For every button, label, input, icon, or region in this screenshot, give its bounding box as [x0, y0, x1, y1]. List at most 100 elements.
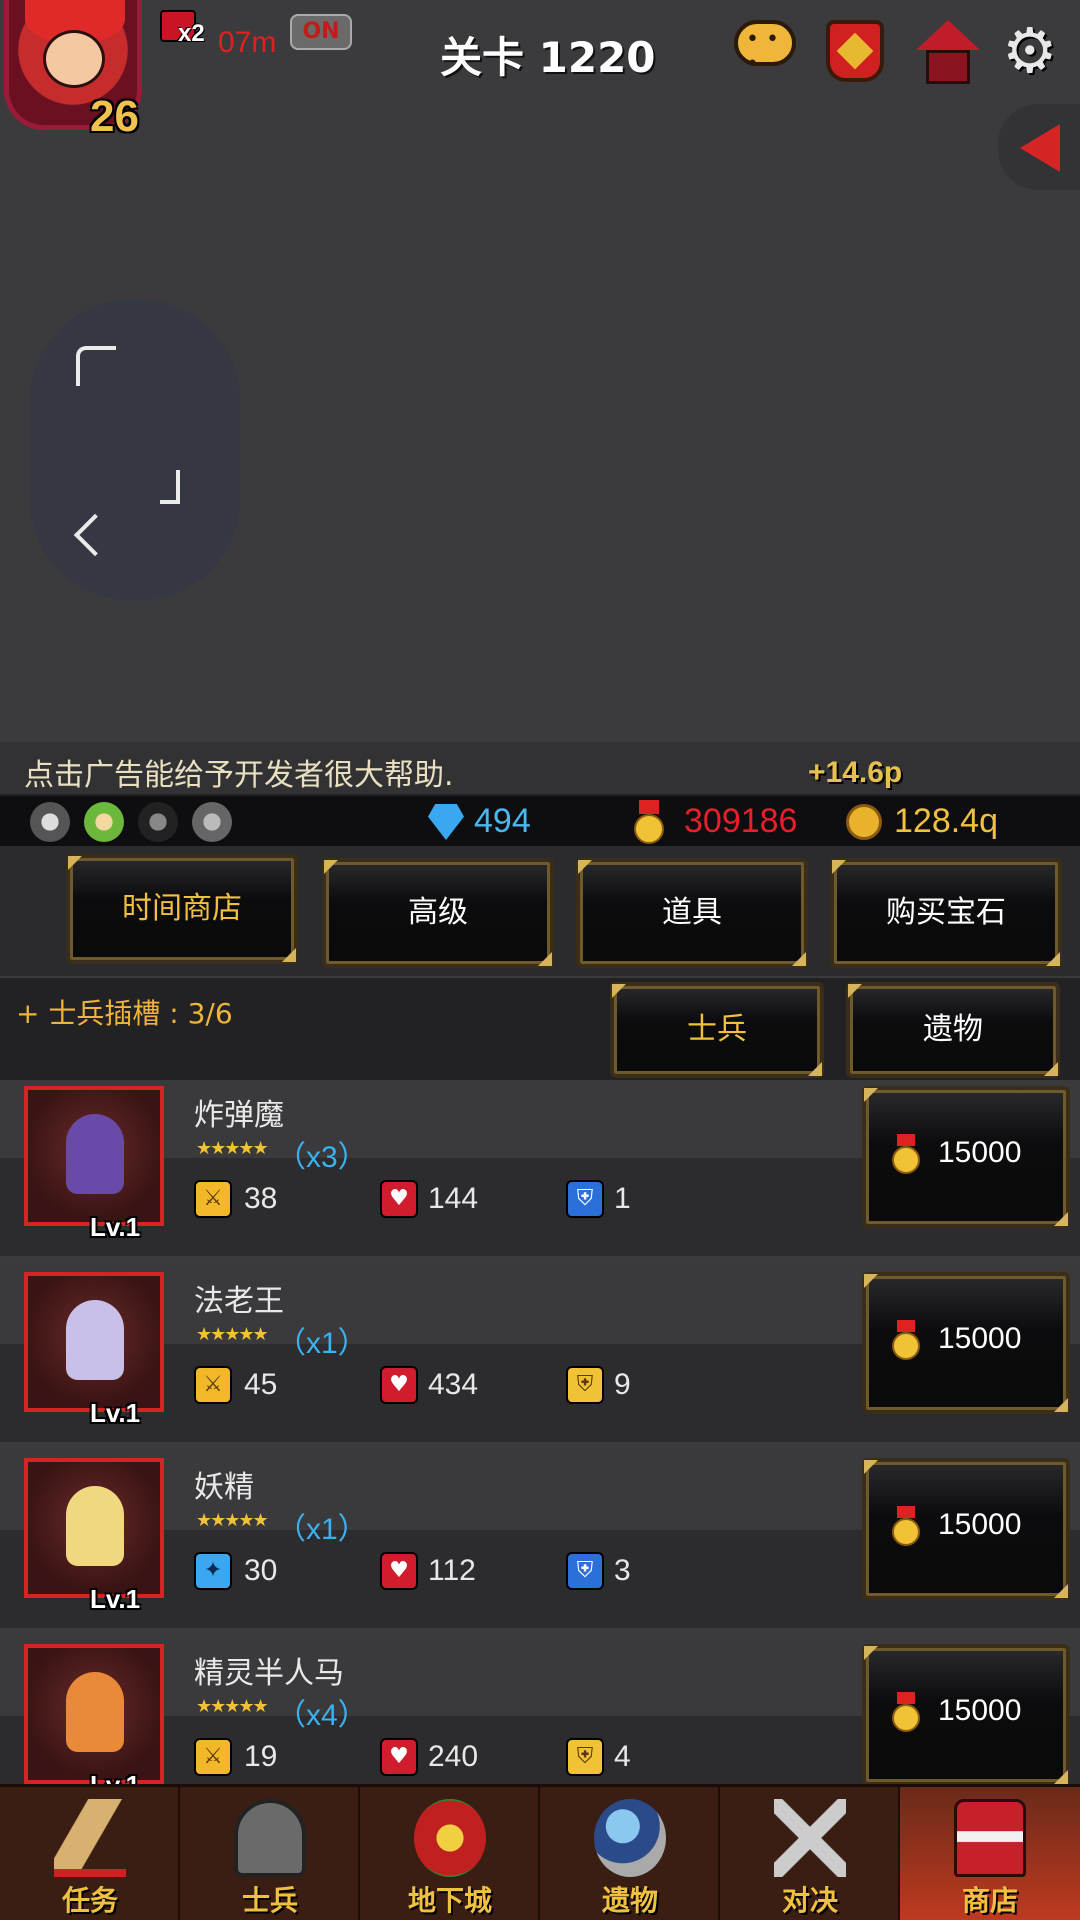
chat-icon[interactable]	[734, 20, 796, 82]
list-item: Lv.1 精灵半人马 ★★★★★ （x4） 19 240 4 15000	[0, 1638, 1080, 1784]
nav-duel[interactable]: 对决	[720, 1787, 900, 1920]
soldier-slot-link[interactable]: + 士兵插槽 : 3/6	[16, 992, 233, 1032]
unit-multiplier: （x4）	[276, 1699, 368, 1732]
unit-level: Lv.1	[90, 1398, 141, 1428]
attack-value: 45	[244, 1368, 278, 1401]
attack-value: 30	[244, 1554, 278, 1587]
stage-title: 关卡 1220	[440, 33, 656, 82]
attack-value: 19	[244, 1740, 278, 1773]
buff-icon-4[interactable]	[192, 802, 232, 842]
nav-label: 士兵	[241, 1884, 298, 1917]
house-icon[interactable]	[916, 20, 980, 84]
price-value: 15000	[938, 1508, 1022, 1541]
attack-value: 38	[244, 1182, 278, 1215]
tab-soldiers[interactable]: 士兵	[610, 982, 824, 1078]
gold-coin-icon	[846, 804, 882, 840]
relic-icon	[594, 1799, 666, 1877]
unit-stars: ★★★★★	[196, 1324, 269, 1345]
price-value: 15000	[938, 1136, 1022, 1169]
floating-gain-text: +14.6p	[808, 756, 903, 789]
defense-value: 9	[614, 1368, 631, 1401]
price-value: 15000	[938, 1694, 1022, 1727]
unit-avatar	[66, 1486, 124, 1566]
medal-icon	[892, 1134, 920, 1178]
unit-stars: ★★★★★	[196, 1138, 269, 1159]
top-hud: 26 x2 07m ON 关卡 1220 ⚙	[0, 0, 1080, 141]
buy-button[interactable]: 15000	[862, 1086, 1070, 1228]
loading-character-placeholder	[30, 300, 240, 600]
speed-boost-icon[interactable]: x2	[160, 10, 206, 47]
buy-button[interactable]: 15000	[862, 1644, 1070, 1784]
tab-time-shop[interactable]: 时间商店	[66, 854, 298, 964]
unit-portrait[interactable]: Lv.1	[24, 1458, 164, 1614]
nav-label: 对决	[781, 1884, 838, 1917]
nav-relics[interactable]: 遗物	[540, 1787, 720, 1920]
sword-icon	[194, 1180, 232, 1218]
tab-buy-gems[interactable]: 购买宝石	[830, 858, 1062, 968]
notice-bar: 点击广告能给予开发者很大帮助.	[0, 742, 1080, 794]
medal-icon	[892, 1506, 920, 1550]
resource-bar: 494 309186 128.4q	[0, 794, 1080, 846]
unit-multiplier: （x3）	[276, 1141, 368, 1174]
hp-value: 112	[428, 1554, 476, 1587]
tab-relics[interactable]: 遗物	[846, 982, 1060, 1078]
crossed-swords-icon	[774, 1799, 846, 1877]
heart-icon	[380, 1738, 418, 1776]
buff-icon-3[interactable]	[138, 802, 178, 842]
gem-icon	[428, 804, 464, 840]
buff-icon-1[interactable]	[30, 802, 70, 842]
unit-name: 法老王	[194, 1284, 284, 1319]
medal-icon	[892, 1320, 920, 1364]
nav-dungeon[interactable]: 地下城	[360, 1787, 540, 1920]
list-item: Lv.1 炸弹魔 ★★★★★ （x3） 38 144 1 15000	[0, 1080, 1080, 1256]
gear-icon[interactable]: ⚙	[1002, 20, 1064, 82]
buy-button[interactable]: 15000	[862, 1458, 1070, 1600]
unit-portrait[interactable]: Lv.1	[24, 1644, 164, 1784]
unit-avatar	[66, 1114, 124, 1194]
unit-portrait[interactable]: Lv.1	[24, 1086, 164, 1242]
unit-level: Lv.1	[90, 1584, 141, 1614]
unit-avatar	[66, 1300, 124, 1380]
side-panel-arrow-icon[interactable]	[998, 104, 1080, 190]
list-item: Lv.1 法老王 ★★★★★ （x1） 45 434 9 15000	[0, 1266, 1080, 1442]
hp-value: 240	[428, 1740, 479, 1773]
unit-portrait[interactable]: Lv.1	[24, 1272, 164, 1428]
heart-icon	[380, 1366, 418, 1404]
gold-count: 128.4q	[894, 802, 998, 840]
shield-blue-icon	[566, 1180, 604, 1218]
tab-items[interactable]: 道具	[576, 858, 808, 968]
sub-tabs-row: + 士兵插槽 : 3/6 士兵 遗物	[0, 976, 1080, 1080]
guild-icon[interactable]	[826, 20, 888, 82]
defense-value: 3	[614, 1554, 631, 1587]
nav-quests[interactable]: 任务	[0, 1787, 180, 1920]
wand-icon	[194, 1552, 232, 1590]
sword-icon	[194, 1366, 232, 1404]
unit-stars: ★★★★★	[196, 1510, 269, 1531]
notice-text: 点击广告能给予开发者很大帮助.	[24, 758, 454, 793]
nav-label: 遗物	[601, 1884, 658, 1917]
unit-name: 精灵半人马	[194, 1656, 344, 1691]
defense-value: 4	[614, 1740, 631, 1773]
buff-icon-2[interactable]	[84, 802, 124, 842]
shop-icon	[954, 1799, 1026, 1877]
shield-gold-icon	[566, 1366, 604, 1404]
nav-soldiers[interactable]: 士兵	[180, 1787, 360, 1920]
nav-label: 任务	[61, 1884, 118, 1917]
sword-icon	[194, 1738, 232, 1776]
shield-blue-icon	[566, 1552, 604, 1590]
unit-stars: ★★★★★	[196, 1696, 269, 1717]
medal-count: 309186	[684, 802, 798, 840]
hp-value: 144	[428, 1182, 479, 1215]
unit-level: Lv.1	[90, 1770, 140, 1784]
buy-button[interactable]: 15000	[862, 1272, 1070, 1414]
player-level: 26	[90, 92, 139, 141]
monster-icon	[414, 1799, 486, 1877]
gem-count: 494	[474, 802, 531, 840]
unit-multiplier: （x1）	[276, 1513, 368, 1546]
boost-toggle[interactable]: ON	[290, 14, 352, 50]
tab-premium[interactable]: 高级	[322, 858, 554, 968]
unit-name: 炸弹魔	[194, 1098, 284, 1133]
shop-tabs: 时间商店 高级 道具 购买宝石	[0, 846, 1080, 976]
unit-list[interactable]: Lv.1 炸弹魔 ★★★★★ （x3） 38 144 1 15000 Lv.1 …	[0, 1080, 1080, 1784]
nav-shop[interactable]: 商店	[900, 1787, 1080, 1920]
